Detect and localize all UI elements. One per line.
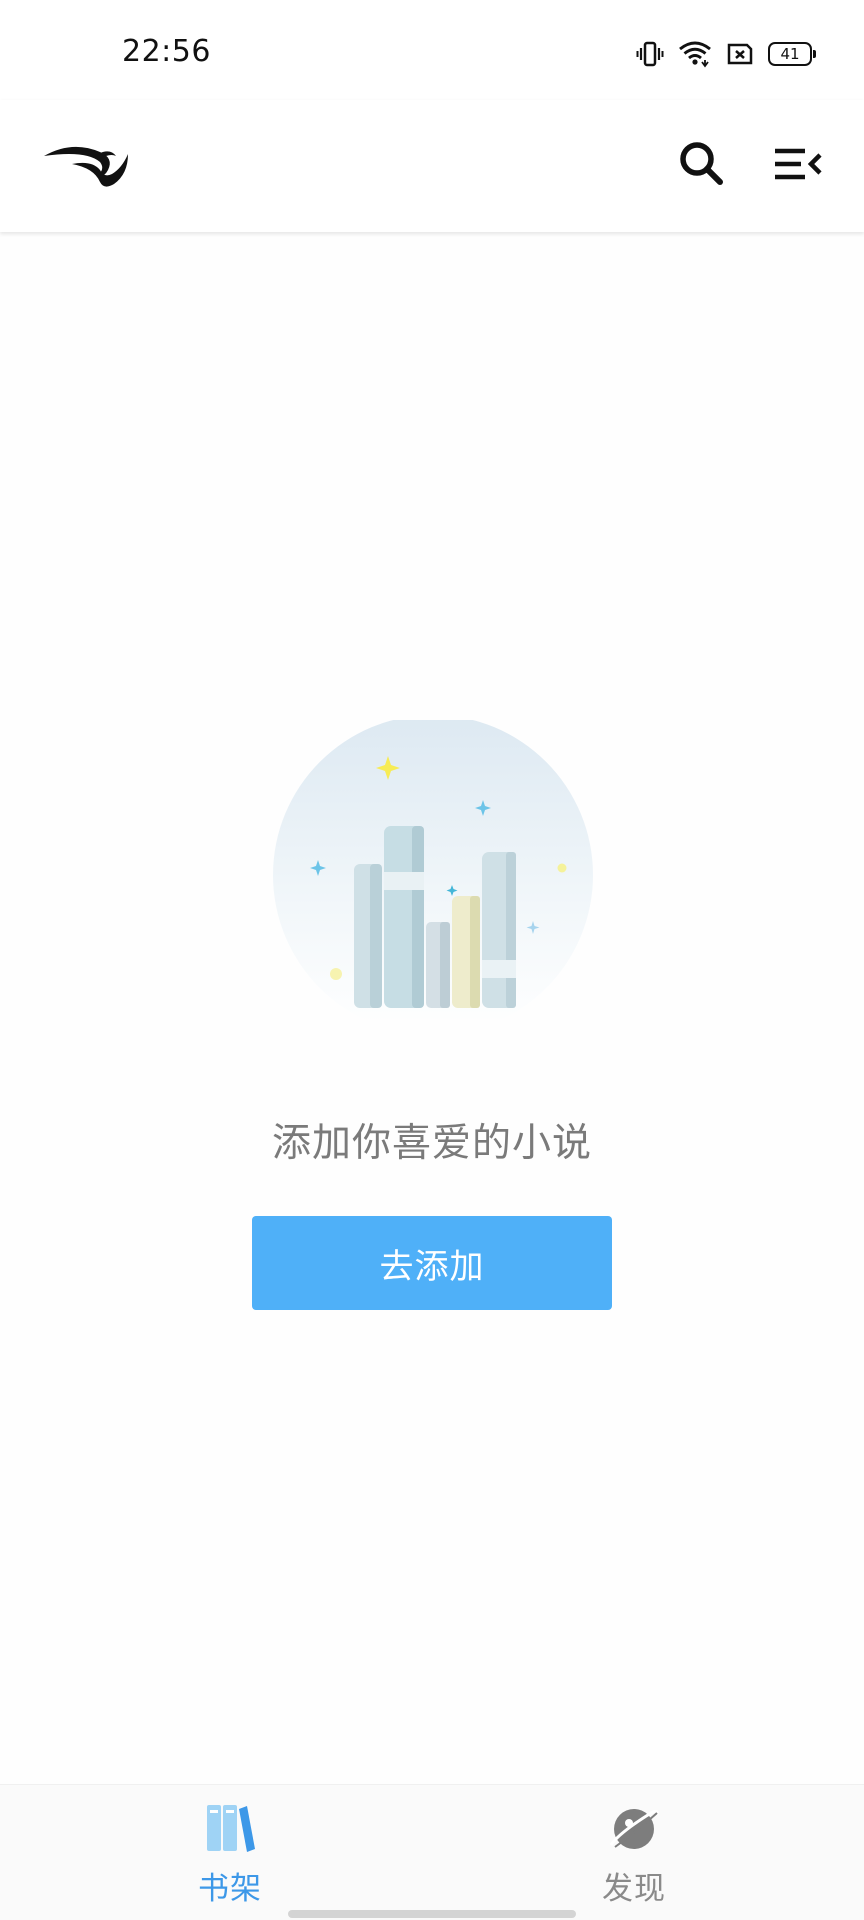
add-novel-button[interactable]: 去添加 (252, 1216, 612, 1310)
menu-collapse-icon (775, 148, 822, 180)
status-icons: 41 (636, 38, 816, 70)
battery-icon: 41 (768, 42, 816, 66)
nav-label-discover: 发现 (602, 1871, 666, 1907)
home-indicator[interactable] (288, 1910, 576, 1918)
app-bar (0, 100, 864, 232)
menu-button[interactable] (768, 134, 828, 194)
wifi-icon (679, 41, 711, 68)
status-time: 22:56 (122, 34, 211, 69)
bookshelf-icon (207, 1805, 255, 1852)
nav-item-bookshelf[interactable]: 书架 (150, 1801, 310, 1911)
nav-item-discover[interactable]: 发现 (554, 1801, 714, 1911)
battery-level: 41 (780, 45, 800, 63)
bottom-navigation: 书架 发现 (0, 1784, 864, 1920)
vibrate-icon (636, 41, 664, 67)
nav-label-bookshelf: 书架 (198, 1871, 262, 1907)
bird-logo-icon (44, 146, 128, 187)
status-bar: 22:56 41 (0, 0, 864, 100)
screen: 22:56 41 添加你喜爱的小说 去添加 书架 发现 (0, 0, 864, 1920)
search-icon (680, 142, 723, 185)
sim-off-icon (727, 43, 753, 65)
planet-icon (609, 1809, 659, 1849)
books-illustration-icon (273, 720, 593, 1020)
search-button[interactable] (672, 134, 732, 194)
empty-message: 添加你喜爱的小说 (271, 1121, 592, 1166)
